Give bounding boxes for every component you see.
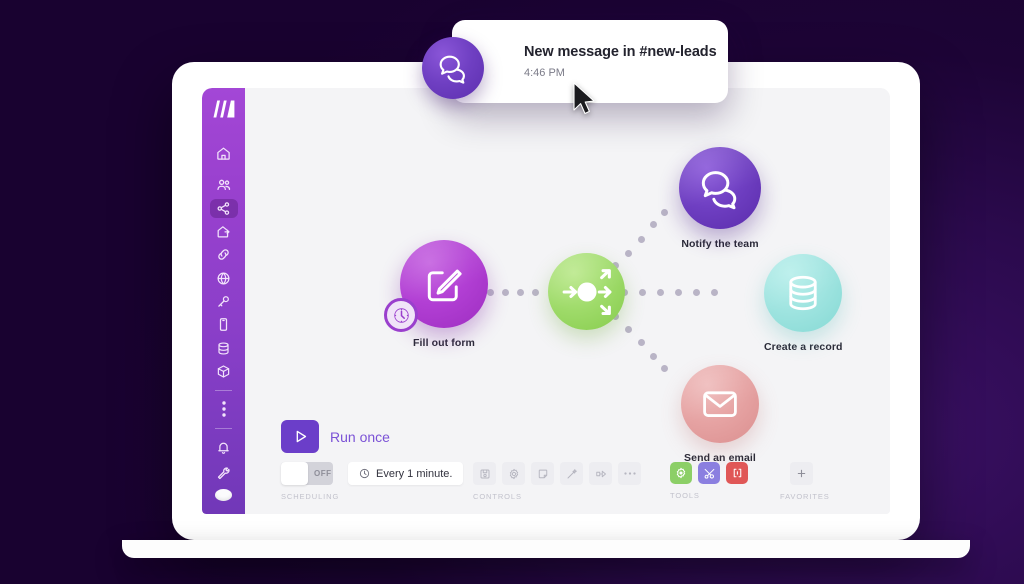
note-icon xyxy=(538,469,547,478)
explore-button[interactable] xyxy=(589,462,612,485)
database-icon xyxy=(789,275,817,311)
run-once-button[interactable] xyxy=(281,420,319,453)
user-avatar[interactable] xyxy=(215,489,232,502)
tools-flow-control-button[interactable] xyxy=(670,462,692,484)
sidebar-divider-bottom xyxy=(215,427,232,429)
ellipsis-icon xyxy=(623,472,636,475)
auto-align-button[interactable] xyxy=(560,462,583,485)
node-output-port-a xyxy=(612,271,638,312)
notification-time: 4:46 PM xyxy=(524,67,565,79)
favorites-caption: FAVORITES xyxy=(780,492,830,501)
notification-app-icon xyxy=(422,37,484,99)
tools-icon xyxy=(704,468,714,479)
add-favorite-button[interactable] xyxy=(790,462,813,485)
mouse-cursor xyxy=(572,82,598,121)
tools-group: TOOLS xyxy=(670,462,748,500)
node-create-a-record-label: Create a record xyxy=(764,341,843,353)
node-fill-out-form-label: Fill out form xyxy=(413,337,475,349)
node-fill-out-form-bubble[interactable] xyxy=(384,240,501,332)
gear-icon xyxy=(676,467,686,479)
scheduling-toggle-knob xyxy=(281,462,308,485)
background-scene: Fill out form Notify the team Create a r… xyxy=(0,0,1024,584)
notification-title: New message in #new-leads xyxy=(524,44,717,60)
clock-icon xyxy=(393,307,409,323)
run-once-label[interactable]: Run once xyxy=(330,429,390,445)
sidebar-item-data-stores[interactable] xyxy=(210,338,238,357)
make-logo-icon[interactable] xyxy=(211,100,237,118)
scheduling-toggle-state: OFF xyxy=(314,469,332,478)
notes-button[interactable] xyxy=(531,462,554,485)
edit-square-icon xyxy=(427,269,462,302)
sidebar-item-webhooks[interactable] xyxy=(210,269,238,288)
plus-icon xyxy=(797,469,806,478)
sidebar-item-organization[interactable] xyxy=(210,175,238,194)
router-arrows-icon xyxy=(562,268,611,315)
sidebar-item-settings[interactable] xyxy=(210,463,238,482)
tools-toolbox-button[interactable] xyxy=(698,462,720,484)
sidebar-item-scenarios[interactable] xyxy=(209,198,238,218)
node-input-port xyxy=(666,168,692,208)
node-notify-the-team[interactable]: Notify the team xyxy=(666,147,761,250)
connector-router-to-record xyxy=(603,286,753,298)
node-create-a-record[interactable]: Create a record xyxy=(751,254,843,353)
more-options-button[interactable] xyxy=(618,462,641,485)
sidebar-item-home[interactable] xyxy=(210,144,238,163)
tools-text-parser-button[interactable] xyxy=(726,462,748,484)
scheduling-toggle[interactable]: OFF xyxy=(281,462,333,485)
scheduling-group: OFF Every 1 minute. SCHEDULING xyxy=(281,462,464,501)
play-icon xyxy=(296,430,306,443)
flow-arrow-icon xyxy=(595,470,606,477)
node-router[interactable] xyxy=(535,253,638,330)
chat-bubbles-icon xyxy=(701,171,737,210)
controls-caption: CONTROLS xyxy=(473,492,522,501)
favorites-group: FAVORITES xyxy=(780,462,830,501)
settings-button[interactable] xyxy=(502,462,525,485)
node-fill-out-form[interactable]: Fill out form xyxy=(384,240,501,349)
save-icon xyxy=(480,469,489,478)
chat-bubbles-icon xyxy=(439,55,465,84)
scheduling-caption: SCHEDULING xyxy=(281,492,340,501)
sidebar-item-notifications[interactable] xyxy=(210,437,238,456)
save-button[interactable] xyxy=(473,462,496,485)
make-app-window: Fill out form Notify the team Create a r… xyxy=(202,88,890,514)
sidebar-item-data-structures[interactable] xyxy=(210,362,238,381)
laptop-mockup: Fill out form Notify the team Create a r… xyxy=(122,62,970,558)
sidebar xyxy=(202,88,245,514)
node-output-port xyxy=(475,264,501,304)
sidebar-item-keys[interactable] xyxy=(210,292,238,311)
clock-icon xyxy=(359,468,370,479)
sidebar-divider-top xyxy=(215,389,232,391)
controls-group: CONTROLS xyxy=(473,462,641,501)
sidebar-item-templates[interactable] xyxy=(210,222,238,241)
run-once-row[interactable]: Run once xyxy=(281,420,390,453)
tools-caption: TOOLS xyxy=(670,491,700,500)
node-schedule-badge xyxy=(384,298,418,332)
node-input-port xyxy=(751,273,778,313)
node-notify-the-team-label: Notify the team xyxy=(681,238,759,250)
scheduling-interval-label: Every 1 minute. xyxy=(376,467,453,480)
node-notify-the-team-bubble[interactable] xyxy=(666,147,761,229)
sidebar-item-connections[interactable] xyxy=(210,245,238,264)
sidebar-item-devices[interactable] xyxy=(210,315,238,334)
sidebar-item-more[interactable] xyxy=(210,400,238,419)
scenario-canvas[interactable]: Fill out form Notify the team Create a r… xyxy=(245,88,890,514)
magic-wand-icon xyxy=(567,468,577,478)
laptop-base xyxy=(122,540,970,558)
brackets-icon xyxy=(733,468,741,478)
bottom-toolbar: Run once OFF Every 1 minute. SCHEDULING … xyxy=(245,418,890,514)
node-create-a-record-bubble[interactable] xyxy=(751,254,843,332)
gear-icon xyxy=(509,468,518,479)
node-router-bubble[interactable] xyxy=(535,253,638,330)
scheduling-interval[interactable]: Every 1 minute. xyxy=(348,462,464,485)
connector-form-to-router xyxy=(487,286,547,298)
